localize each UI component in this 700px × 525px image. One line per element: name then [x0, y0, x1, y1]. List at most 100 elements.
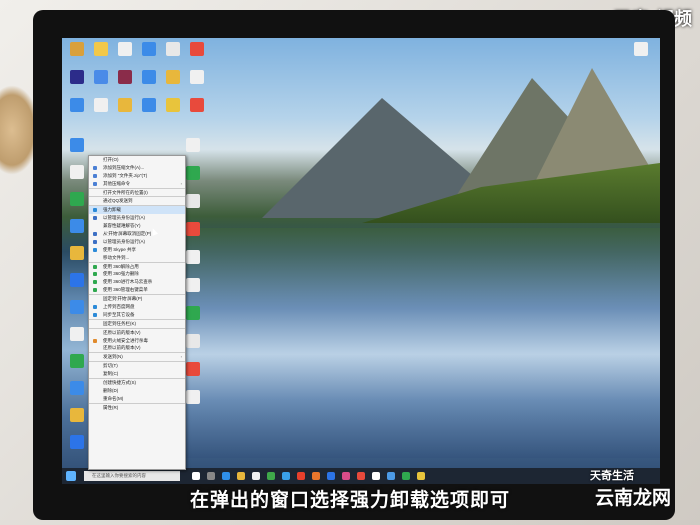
desktop-app-icon[interactable] — [190, 98, 204, 112]
desktop-app-icon[interactable] — [70, 70, 84, 84]
desktop-app-icon[interactable] — [186, 166, 200, 180]
menu-item-label: 还原以前的版本(V) — [103, 329, 141, 335]
menu-item[interactable]: 使用 360管理右键菜单 — [89, 286, 185, 294]
desktop-app-icon[interactable] — [142, 42, 156, 56]
desktop-app-icon[interactable] — [70, 273, 84, 287]
desktop-app-icon[interactable] — [70, 381, 84, 395]
menu-item[interactable]: 通过QQ发送到 — [89, 196, 185, 205]
desktop-app-icon[interactable] — [118, 42, 132, 56]
desktop-app-icon[interactable] — [186, 278, 200, 292]
desktop-app-icon[interactable] — [94, 70, 108, 84]
desktop-app-icon[interactable] — [70, 192, 84, 206]
menu-item[interactable]: 固定到任务栏(K) — [89, 318, 185, 328]
menu-item[interactable]: 还原以前的版本(V) — [89, 344, 185, 352]
taskbar-app-icon[interactable] — [252, 472, 260, 480]
taskbar: 在这里输入你要搜索的内容 11°C ^ 中 — [62, 468, 660, 484]
taskbar-app-icon[interactable] — [372, 472, 380, 480]
desktop-app-icon[interactable] — [190, 70, 204, 84]
desktop-app-icon[interactable] — [70, 354, 84, 368]
desktop-app-icon[interactable] — [70, 42, 84, 56]
taskbar-app-icon[interactable] — [237, 472, 245, 480]
desktop-app-icon[interactable] — [70, 408, 84, 422]
desktop-app-icon[interactable] — [186, 138, 200, 152]
menu-item[interactable]: 使用火绒安全进行杀毒 — [89, 337, 185, 345]
menu-item[interactable]: 删除(D) — [89, 387, 185, 395]
menu-item[interactable]: 上传到百度网盘 — [89, 303, 185, 311]
desktop-app-icon[interactable] — [166, 98, 180, 112]
desktop-app-icon[interactable] — [186, 194, 200, 208]
desktop-app-icon[interactable] — [70, 138, 84, 152]
menu-item[interactable]: 还原以前的版本(V) — [89, 327, 185, 337]
taskbar-app-icon[interactable] — [207, 472, 215, 480]
menu-item[interactable]: 发送到(N) › — [89, 352, 185, 361]
menu-item[interactable]: 同步至其它设备 — [89, 311, 185, 319]
desktop-app-icon[interactable] — [186, 390, 200, 404]
taskbar-app-icon[interactable] — [312, 472, 320, 480]
desktop-app-icon[interactable] — [166, 70, 180, 84]
windows-start-icon[interactable] — [66, 471, 76, 481]
desktop-app-icon[interactable] — [70, 246, 84, 260]
taskbar-app-icon[interactable] — [342, 472, 350, 480]
menu-item[interactable]: 以管理员身份运行(A) — [89, 238, 185, 246]
menu-item-label: 还原以前的版本(V) — [103, 345, 141, 351]
desktop-app-icon[interactable] — [118, 98, 132, 112]
desktop-app-icon[interactable] — [166, 42, 180, 56]
desktop-app-icon[interactable] — [142, 70, 156, 84]
chevron-right-icon: › — [180, 180, 182, 186]
menu-item-label: 打开文件所在的位置(I) — [103, 189, 148, 195]
taskbar-app-icon[interactable] — [222, 472, 230, 480]
desktop-app-icon[interactable] — [186, 250, 200, 264]
desktop-app-icon[interactable] — [142, 98, 156, 112]
desktop-app-icon[interactable] — [70, 219, 84, 233]
desktop-app-icon[interactable] — [70, 327, 84, 341]
desktop-app-icon[interactable] — [70, 435, 84, 449]
menu-item[interactable]: 重命名(M) — [89, 395, 185, 403]
menu-item[interactable]: 复制(C) — [89, 370, 185, 378]
desktop-app-icon[interactable] — [94, 98, 108, 112]
taskbar-app-icon[interactable] — [267, 472, 275, 480]
desktop-app-icon[interactable] — [186, 222, 200, 236]
menu-item[interactable]: 打开(O) — [89, 156, 185, 164]
menu-item-label: 同步至其它设备 — [103, 311, 135, 317]
taskbar-app-icon[interactable] — [327, 472, 335, 480]
menu-item[interactable]: 添加到 "文件夹.zip"(T) — [89, 172, 185, 180]
menu-item-force-uninstall[interactable]: 强力卸载 — [89, 205, 185, 215]
desktop-app-icon[interactable] — [70, 165, 84, 179]
taskbar-app-icon[interactable] — [387, 472, 395, 480]
context-menu: 打开(O) 添加到压缩文件(A)... 添加到 "文件夹.zip"(T) 其他压缩命令… — [88, 155, 186, 470]
menu-item[interactable]: 剪切(T) — [89, 361, 185, 370]
taskbar-app-icon[interactable] — [282, 472, 290, 480]
desktop-app-icon[interactable] — [94, 42, 108, 56]
desktop-app-icon[interactable] — [186, 362, 200, 376]
menu-item-icon — [93, 239, 97, 244]
menu-item-label: 使用 360强力删除 — [103, 271, 139, 277]
menu-item[interactable]: 创建快捷方式(S) — [89, 378, 185, 387]
desktop-app-icon[interactable] — [70, 300, 84, 314]
desktop-app-icon[interactable] — [118, 70, 132, 84]
desktop-app-icon[interactable] — [186, 334, 200, 348]
menu-item[interactable]: 其他压缩命令 › — [89, 180, 185, 188]
desktop-app-icon[interactable] — [186, 306, 200, 320]
taskbar-app-icon[interactable] — [297, 472, 305, 480]
desktop-app-icon[interactable] — [70, 98, 84, 112]
menu-item[interactable]: 使用 360进行木马云查杀 — [89, 278, 185, 286]
desktop-app-icon[interactable] — [190, 42, 204, 56]
menu-item[interactable]: 兼容性疑难解答(Y) — [89, 222, 185, 230]
desktop-app-icon[interactable] — [634, 42, 648, 56]
menu-item[interactable]: 从'开始'屏幕取消固定(P) — [89, 230, 185, 238]
taskbar-search-input[interactable]: 在这里输入你要搜索的内容 — [84, 471, 180, 481]
menu-item[interactable]: 添加到压缩文件(A)... — [89, 164, 185, 172]
menu-item[interactable]: 使用 360强力删除 — [89, 270, 185, 278]
menu-item[interactable]: 使用 360解除占用 — [89, 261, 185, 271]
menu-item[interactable]: 属性(R) — [89, 402, 185, 412]
taskbar-app-icon[interactable] — [402, 472, 410, 480]
menu-item-label: 发送到(N) — [103, 354, 123, 360]
menu-item[interactable]: 移动文件到... — [89, 254, 185, 262]
taskbar-app-icon[interactable] — [192, 472, 200, 480]
menu-item[interactable]: 打开文件所在的位置(I) — [89, 187, 185, 197]
taskbar-app-icon[interactable] — [417, 472, 425, 480]
menu-item[interactable]: 固定到'开始'屏幕(P) — [89, 294, 185, 303]
menu-item[interactable]: 以管理员身份运行(A) — [89, 214, 185, 222]
menu-item[interactable]: 使用 Skype 共享 — [89, 246, 185, 254]
taskbar-app-icon[interactable] — [357, 472, 365, 480]
